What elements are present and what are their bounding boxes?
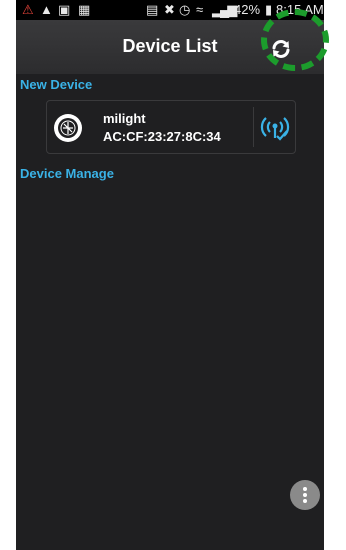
device-name: milight <box>103 111 146 126</box>
signal-icon: ▂▄▆ <box>212 2 237 17</box>
app-bar: Device List <box>16 20 324 74</box>
phone-screen: ⚠ ▲ ▣ ▦ ▤ ✖ ◷ ≈ ▂▄▆ 42% ▮ 8:15 AM Device… <box>16 0 329 550</box>
device-icon <box>54 114 82 142</box>
image-icon: ▣ <box>58 2 71 17</box>
battery-percent: 42% <box>234 2 261 17</box>
refresh-button[interactable] <box>269 37 293 61</box>
alert-icon: ▲ <box>40 2 53 17</box>
wifi-connect-icon[interactable] <box>259 113 291 143</box>
alarm-icon: ◷ <box>179 2 191 17</box>
wifi-warning-icon: ⚠ <box>22 2 34 17</box>
gallery-icon: ▦ <box>78 2 91 17</box>
more-options-button[interactable] <box>290 480 320 510</box>
wifi-icon: ≈ <box>196 2 204 17</box>
nfc-icon: ▤ <box>146 2 159 17</box>
section-device-manage: Device Manage <box>20 166 114 181</box>
clock: 8:15 AM <box>276 2 324 17</box>
device-mac-address: AC:CF:23:27:8C:34 <box>103 129 221 144</box>
mute-icon: ✖ <box>164 2 175 17</box>
refresh-icon <box>272 40 290 58</box>
section-new-device: New Device <box>20 77 93 92</box>
status-bar: ⚠ ▲ ▣ ▦ ▤ ✖ ◷ ≈ ▂▄▆ 42% ▮ 8:15 AM <box>16 0 324 20</box>
divider <box>253 107 254 147</box>
device-list-item[interactable]: milight AC:CF:23:27:8C:34 <box>46 100 296 154</box>
battery-icon: ▮ <box>265 2 273 17</box>
